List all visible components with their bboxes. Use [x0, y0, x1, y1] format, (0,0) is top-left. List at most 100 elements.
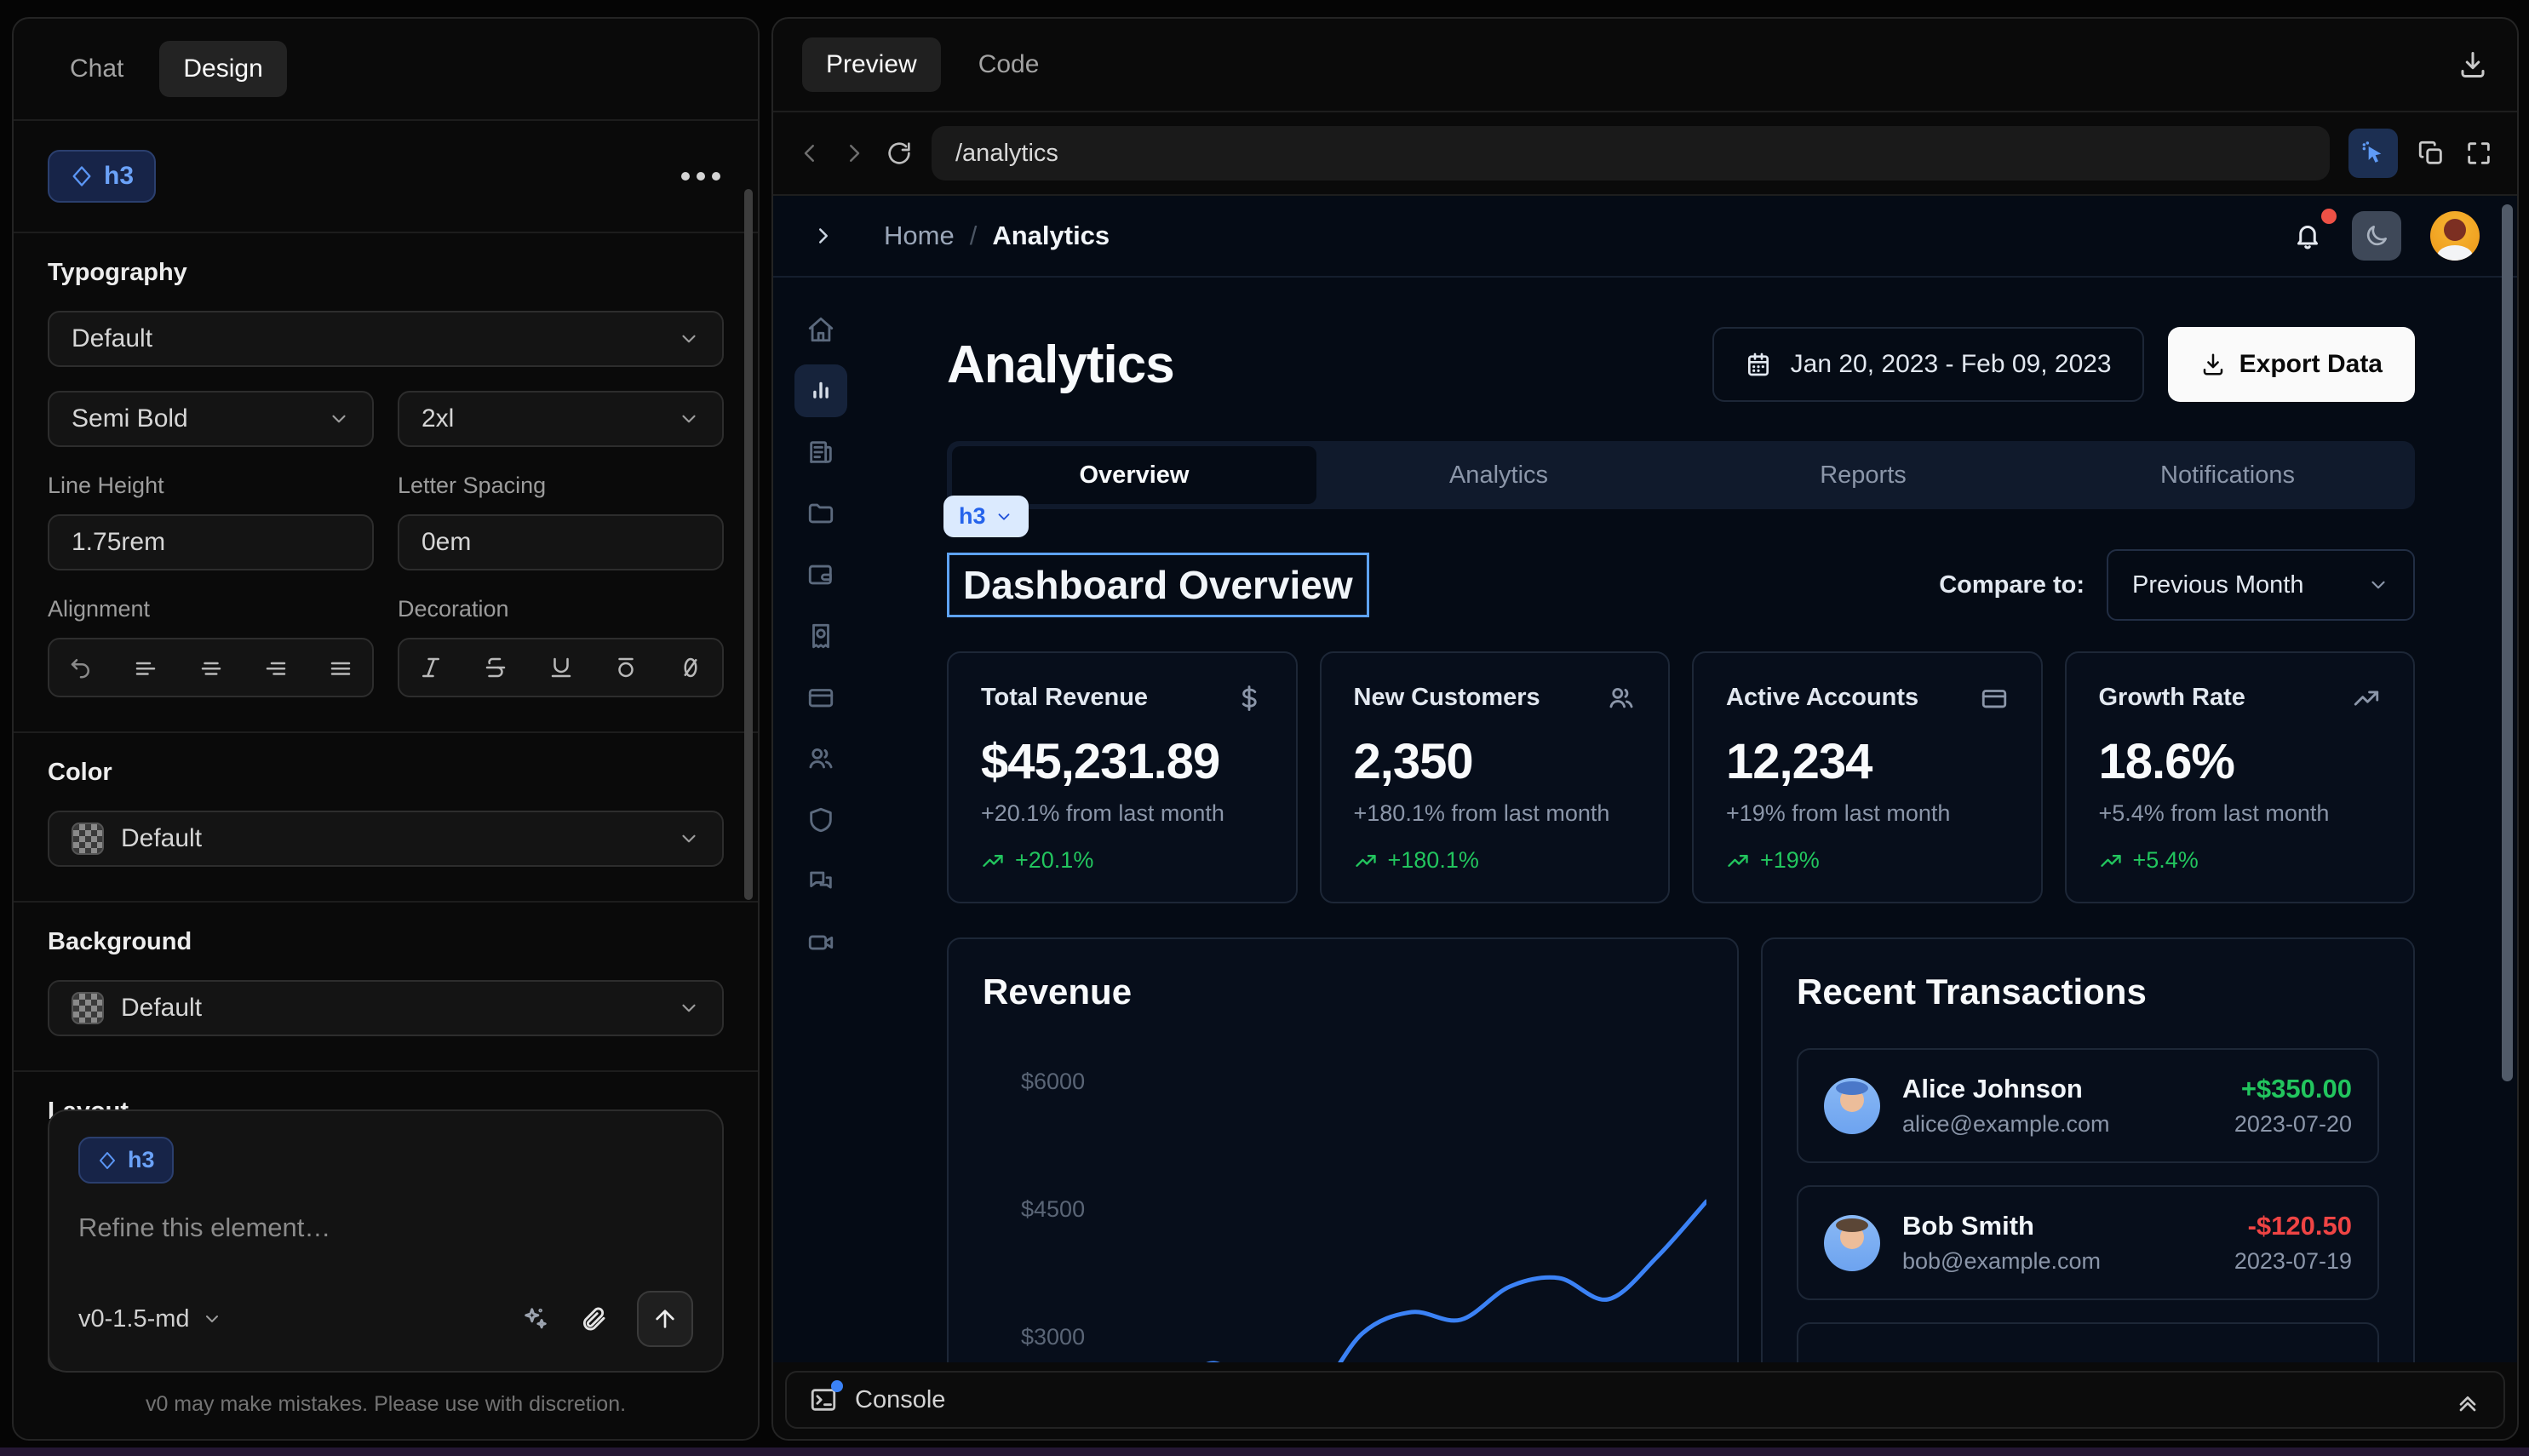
composer-input[interactable]: Refine this element… — [78, 1212, 693, 1243]
no-decoration-icon[interactable] — [678, 655, 703, 680]
notifications-bell-icon[interactable] — [2292, 221, 2323, 251]
transaction-row[interactable]: Alice Johnson alice@example.com +$350.00… — [1797, 1048, 2379, 1163]
app-viewport: Home / Analytics — [773, 196, 2517, 1362]
user-avatar[interactable] — [2430, 211, 2480, 261]
align-center-icon[interactable] — [198, 655, 224, 680]
amount-positive: +$350.00 — [2234, 1074, 2352, 1104]
tab-analytics[interactable]: Analytics — [1316, 446, 1681, 504]
align-right-icon[interactable] — [263, 655, 289, 680]
sidebar-item-wallet[interactable] — [794, 548, 847, 601]
revenue-chart-svg — [983, 1021, 1706, 1362]
align-left-icon[interactable] — [133, 655, 158, 680]
line-height-input[interactable]: 1.75rem — [48, 514, 374, 570]
tab-preview[interactable]: Preview — [802, 37, 941, 92]
forward-icon[interactable] — [841, 140, 867, 166]
compare-select[interactable]: Previous Month — [2107, 549, 2415, 621]
app-topbar: Home / Analytics — [773, 196, 2517, 278]
notification-dot — [2321, 209, 2337, 224]
sidebar-item-video[interactable] — [794, 916, 847, 969]
tab-design[interactable]: Design — [159, 41, 286, 97]
sidebar-item-security[interactable] — [794, 794, 847, 846]
sidebar-item-cards[interactable] — [794, 671, 847, 724]
sparkles-icon[interactable] — [521, 1304, 550, 1333]
chevron-down-icon — [202, 1309, 222, 1329]
line-height-label: Line Height — [48, 473, 374, 499]
chevron-down-icon — [678, 997, 700, 1019]
strikethrough-icon[interactable] — [483, 655, 508, 680]
undo-icon[interactable] — [68, 655, 94, 680]
y-axis-tick: $6000 — [1021, 1069, 1085, 1095]
overline-icon[interactable] — [613, 655, 639, 680]
preview-scrollbar[interactable] — [2502, 204, 2513, 1081]
sidebar-item-receipts[interactable] — [794, 610, 847, 662]
trending-up-icon — [2099, 849, 2123, 873]
chevron-down-icon — [995, 507, 1013, 526]
font-family-select[interactable]: Default — [48, 311, 724, 367]
breadcrumb: Home / Analytics — [884, 221, 1110, 251]
breadcrumb-home[interactable]: Home — [884, 221, 955, 251]
theme-toggle-button[interactable] — [2352, 211, 2401, 261]
paperclip-icon[interactable] — [579, 1304, 608, 1333]
selection-tag-badge[interactable]: h3 — [943, 496, 1029, 537]
sidebar-item-users[interactable] — [794, 732, 847, 785]
sidebar-item-home[interactable] — [794, 303, 847, 356]
underline-icon[interactable] — [548, 655, 574, 680]
model-select[interactable]: v0-1.5-md — [78, 1305, 222, 1333]
font-weight-select[interactable]: Semi Bold — [48, 391, 374, 447]
sidebar-item-messages[interactable] — [794, 855, 847, 908]
date-range-picker[interactable]: Jan 20, 2023 - Feb 09, 2023 — [1712, 327, 2144, 402]
back-icon[interactable] — [797, 140, 823, 166]
alignment-toolbar — [48, 638, 374, 697]
revenue-chart-title: Revenue — [983, 972, 1703, 1012]
window-bottom-edge — [0, 1447, 2529, 1456]
tab-chat[interactable]: Chat — [46, 41, 147, 97]
font-size-select[interactable]: 2xl — [398, 391, 724, 447]
calendar-icon — [1745, 351, 1772, 378]
panel-scrollbar[interactable] — [744, 189, 753, 900]
avatar — [1824, 1078, 1880, 1134]
alignment-label: Alignment — [48, 596, 374, 622]
italic-icon[interactable] — [418, 655, 444, 680]
stats-grid: Total Revenue $45,231.89 +20.1% from las… — [947, 651, 2415, 903]
typography-section: Typography Default Semi Bold 2xl Line He… — [14, 233, 758, 731]
stat-card-growth-rate: Growth Rate 18.6% +5.4% from last month … — [2065, 651, 2416, 903]
tab-notifications[interactable]: Notifications — [2045, 446, 2410, 504]
url-input[interactable]: /analytics — [932, 126, 2330, 181]
transaction-row[interactable]: Bob Smith bob@example.com -$120.50 2023-… — [1797, 1185, 2379, 1300]
compare-label: Compare to: — [1939, 571, 2085, 599]
selected-element-chip[interactable]: h3 — [48, 150, 156, 203]
background-heading: Background — [48, 928, 724, 956]
sidebar-expand-icon[interactable] — [811, 223, 836, 249]
console-notification-dot — [831, 1380, 843, 1392]
tab-code[interactable]: Code — [955, 37, 1064, 92]
console-label: Console — [855, 1386, 945, 1414]
diamond-icon — [70, 164, 94, 188]
tab-reports[interactable]: Reports — [1681, 446, 2045, 504]
app-main: Analytics Jan 20, 2023 - Feb 09, 2023 Ex… — [869, 278, 2517, 1362]
letter-spacing-label: Letter Spacing — [398, 473, 724, 499]
color-select[interactable]: Default — [48, 811, 724, 867]
sidebar-item-analytics[interactable] — [794, 364, 847, 417]
submit-button[interactable] — [637, 1291, 693, 1347]
inspect-cursor-icon[interactable] — [2348, 129, 2398, 178]
trending-up-icon — [2352, 684, 2381, 713]
download-icon[interactable] — [2457, 49, 2488, 80]
align-justify-icon[interactable] — [328, 655, 353, 680]
console-bar[interactable]: Console — [785, 1371, 2505, 1429]
background-select[interactable]: Default — [48, 980, 724, 1036]
sidebar-item-news[interactable] — [794, 426, 847, 479]
section-title-selected[interactable]: Dashboard Overview — [947, 553, 1369, 617]
stat-card-total-revenue: Total Revenue $45,231.89 +20.1% from las… — [947, 651, 1298, 903]
letter-spacing-input[interactable]: 0em — [398, 514, 724, 570]
fullscreen-icon[interactable] — [2464, 139, 2493, 168]
refresh-icon[interactable] — [886, 140, 913, 167]
chevron-down-icon — [678, 408, 700, 430]
ellipsis-menu-icon[interactable] — [681, 172, 690, 181]
panel-tab-bar: Chat Design — [14, 19, 758, 119]
sidebar-item-files[interactable] — [794, 487, 847, 540]
chevrons-up-icon[interactable] — [2454, 1386, 2481, 1413]
download-icon — [2200, 352, 2226, 377]
export-data-button[interactable]: Export Data — [2168, 327, 2415, 402]
copy-icon[interactable] — [2417, 139, 2446, 168]
composer-element-chip[interactable]: h3 — [78, 1137, 174, 1184]
